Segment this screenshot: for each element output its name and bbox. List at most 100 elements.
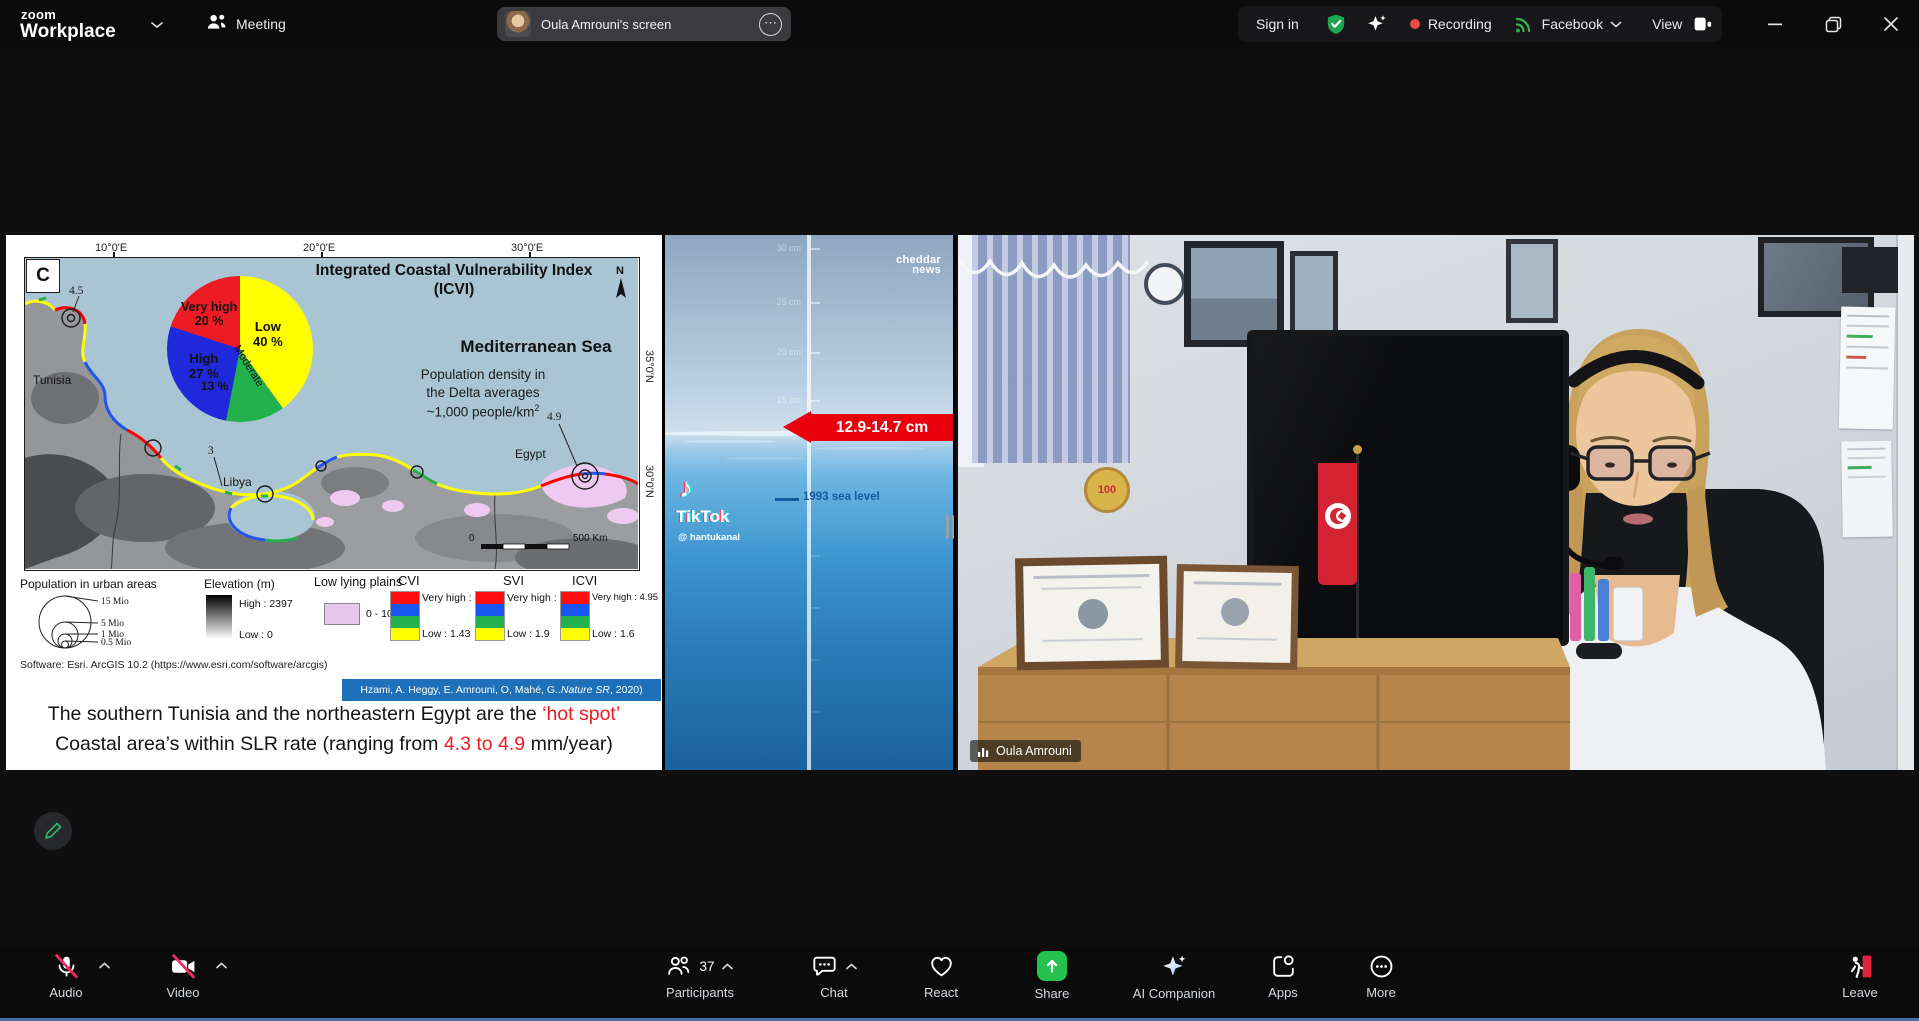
- legend-svi-high: Very high : 5: [507, 592, 565, 604]
- legend-icvi-title: ICVI: [572, 573, 597, 588]
- legend-cvi-ramp: [390, 591, 420, 641]
- ruler-tick-15cm: 15 cm: [761, 395, 801, 405]
- software-credit: Software: Esri. ArcGIS 10.2 (https://www…: [20, 659, 328, 671]
- tab-meeting[interactable]: Meeting: [198, 8, 294, 40]
- population-density-note: Population density in the Delta averages…: [383, 366, 583, 422]
- security-shield-icon[interactable]: [1325, 13, 1347, 35]
- zoom-logo: zoom: [21, 7, 56, 22]
- certificate-frame: [1015, 556, 1169, 671]
- legend-icvi-high: Very high : 4.95: [592, 592, 658, 603]
- sea-level-rise-arrow-icon: [783, 411, 811, 443]
- shared-screen-tab-label: Oula Amrouni's screen: [541, 17, 671, 32]
- rate-annotation-tunisia: 4.5: [69, 285, 84, 297]
- more-icon: [1368, 953, 1395, 980]
- scale-label: 500 Km: [573, 533, 607, 544]
- legend-elevation-swatch: [206, 595, 232, 639]
- annotate-button[interactable]: [34, 812, 72, 850]
- legend-plains-range: 0 - 10: [366, 608, 393, 620]
- video-button[interactable]: Video: [145, 953, 221, 1000]
- marker-pen: [1570, 573, 1581, 641]
- legend-pop-5mio: 5 Mio: [101, 619, 124, 629]
- more-button[interactable]: More: [1336, 953, 1426, 1000]
- react-button[interactable]: React: [896, 953, 986, 1000]
- map-label-egypt: Egypt: [515, 447, 546, 461]
- audio-button[interactable]: Audio: [28, 953, 104, 1000]
- award-medal: 100: [1084, 467, 1130, 513]
- legend-elevation-title: Elevation (m): [204, 577, 275, 591]
- apps-button[interactable]: Apps: [1238, 953, 1328, 1000]
- legend-population-title: Population in urban areas: [20, 577, 157, 591]
- legend-elevation-high: High : 2397: [239, 598, 293, 610]
- titlebar-right-group: Sign in Recording Facebook View: [1238, 6, 1722, 42]
- webcam-video-oula-amrouni: 100 Oula Amrouni: [958, 235, 1914, 770]
- facebook-chevron-down-icon[interactable]: [1610, 20, 1622, 29]
- mic-muted-icon: [53, 953, 80, 980]
- axis-tick-30N: 30°0'N: [643, 465, 655, 498]
- ai-companion-button[interactable]: AI Companion: [1109, 953, 1239, 1001]
- legend-population-circles: 15 Mio 5 Mio 1 Mio 0.5 Mio: [20, 591, 160, 658]
- axis-tick-20E: 20°0'E: [303, 242, 335, 254]
- pie-label-moderate: Moderate: [231, 343, 266, 389]
- tab-shared-screen[interactable]: Oula Amrouni's screen ⋯: [497, 7, 791, 41]
- map-label-tunisia: Tunisia: [33, 373, 72, 387]
- chat-button[interactable]: Chat: [789, 953, 879, 1000]
- participants-button[interactable]: 37 Participants: [645, 953, 755, 1000]
- mug: [1613, 587, 1643, 641]
- cheddar-news-watermark: cheddarnews: [896, 255, 941, 275]
- restore-button[interactable]: [1810, 0, 1856, 48]
- apps-icon: [1270, 953, 1297, 980]
- tiktok-logo-text: TikTok: [676, 507, 729, 527]
- tunisia-flag: [1318, 463, 1357, 585]
- legend-svi-low: Low : 1.9: [507, 628, 550, 640]
- flag-finial: [1353, 445, 1362, 454]
- ruler-tick-20cm: 20 cm: [761, 347, 801, 357]
- people-icon: [206, 12, 227, 37]
- legend-cvi-low: Low : 1.43: [422, 628, 470, 640]
- legend-pop-15mio: 15 Mio: [101, 597, 129, 607]
- heart-icon: [928, 953, 955, 980]
- legend-elevation-low: Low : 0: [239, 629, 273, 641]
- computer-mouse: [1576, 643, 1622, 659]
- minimize-button[interactable]: [1752, 0, 1798, 48]
- headset-mic-icon: [1604, 557, 1624, 570]
- axis-tick-35N: 35°0'N: [643, 350, 655, 383]
- pencil-icon: [44, 822, 62, 840]
- tiktok-handle: @ hantukanal: [678, 532, 740, 543]
- legend-icvi-ramp: [560, 591, 590, 641]
- legend-icvi-low: Low : 1.6: [592, 628, 635, 640]
- leave-button[interactable]: Leave: [1822, 953, 1898, 1000]
- audio-options-chevron[interactable]: [98, 957, 111, 975]
- panel-letter: C: [26, 259, 60, 293]
- marker-pen: [1584, 567, 1595, 641]
- ai-companion-icon: [1160, 953, 1188, 981]
- share-button[interactable]: Share: [1007, 953, 1097, 1001]
- meeting-tab-label: Meeting: [236, 16, 286, 32]
- workplace-logo: Workplace: [20, 21, 116, 43]
- view-button-label[interactable]: View: [1652, 16, 1682, 32]
- legend-plains-title: Low lying plains: [314, 575, 402, 589]
- sea-level-animation: 30 cm 25 cm 20 cm 15 cm 12.9-14.7 cm 199…: [665, 235, 953, 770]
- chat-chevron[interactable]: [845, 962, 858, 971]
- participants-chevron[interactable]: [721, 962, 734, 971]
- ruler-tick-25cm: 25 cm: [761, 297, 801, 307]
- pie-label-very-high: Very high20 %: [181, 300, 237, 329]
- screen-tab-more-icon[interactable]: ⋯: [759, 13, 782, 36]
- camera-off-icon: [170, 953, 197, 980]
- shared-slide: 10°0'E 20°0'E 30°0'E 35°0'N 30°0'N: [6, 235, 662, 770]
- close-button[interactable]: [1868, 0, 1914, 48]
- video-options-chevron[interactable]: [215, 957, 228, 975]
- recording-label: Recording: [1428, 16, 1492, 32]
- workspace-chevron-down-icon[interactable]: [150, 17, 164, 35]
- pane-resize-handle[interactable]: [944, 512, 956, 542]
- meeting-toolbar: Audio Video 37 Participants: [0, 945, 1919, 1018]
- rate-annotation-central: 3: [208, 445, 214, 457]
- shared-video-sea-level: 30 cm 25 cm 20 cm 15 cm 12.9-14.7 cm 199…: [662, 235, 956, 770]
- mic-level-icon: [977, 745, 990, 758]
- share-icon: [1037, 951, 1067, 981]
- view-layout-icon[interactable]: [1691, 13, 1713, 35]
- legend-pop-05mio: 0.5 Mio: [101, 638, 131, 648]
- sea-level-1993-tick: [775, 498, 799, 501]
- sign-in-button[interactable]: Sign in: [1256, 16, 1299, 32]
- facebook-stream-label[interactable]: Facebook: [1542, 16, 1603, 32]
- ai-sparkle-icon[interactable]: [1365, 13, 1388, 36]
